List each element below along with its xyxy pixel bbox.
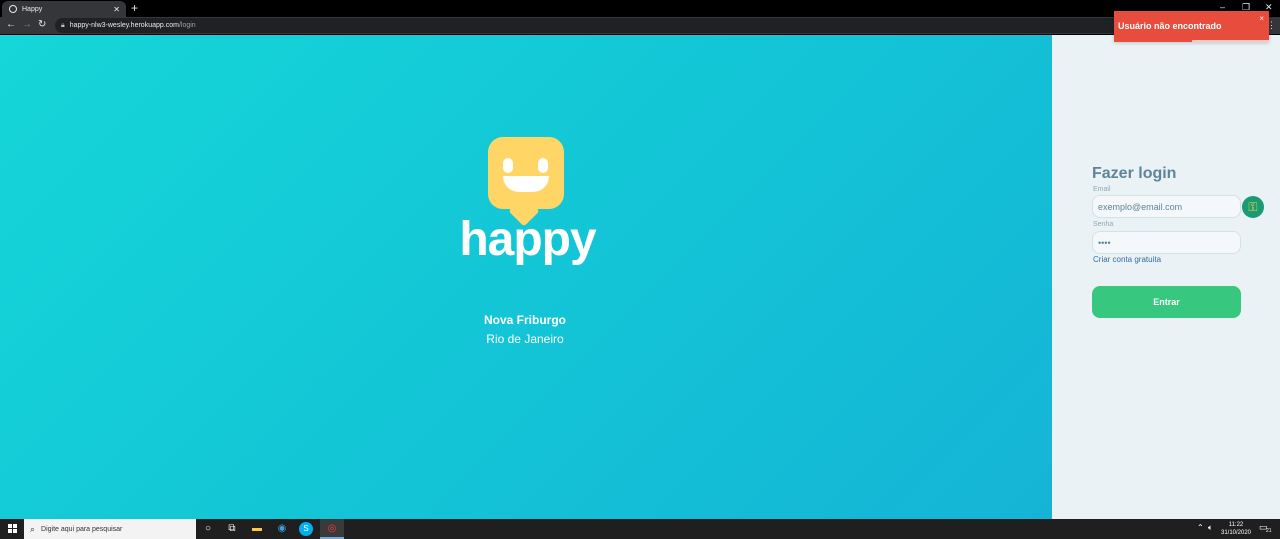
chrome-icon: ◎ [327,523,337,534]
globe-icon [9,5,17,13]
password-label: Senha [1093,221,1114,228]
taskbar-search-placeholder: Digite aqui para pesquisar [41,525,123,533]
forward-icon[interactable]: → [22,19,32,31]
login-submit-button[interactable]: Entrar [1092,286,1241,318]
create-account-link[interactable]: Criar conta gratuita [1093,255,1161,264]
file-explorer-icon[interactable]: ▬ [250,522,264,536]
lock-icon: 🔒︎ [61,21,65,29]
skype-icon[interactable]: S [299,522,313,536]
back-icon[interactable]: ← [6,19,16,31]
tray-expand-icon[interactable]: ⌃ [1197,523,1204,532]
cortana-icon[interactable]: ○ [201,522,215,536]
task-view-icon[interactable]: ⧉ [225,522,239,536]
clock-date: 31/10/2020 [1220,530,1252,536]
toast-progress-bar [1192,40,1269,42]
page-viewport [0,35,1280,519]
url-host: happy-nlw3-wesley.herokuapp.com [69,22,179,29]
taskbar-search-input[interactable]: ⌕ Digite aqui para pesquisar [24,519,196,539]
login-panel [1052,35,1280,519]
chrome-taskbar-button[interactable]: ◎ [320,519,344,539]
error-toast: Usuário não encontrado × [1114,11,1269,42]
tab-title: Happy [22,5,43,13]
reload-icon[interactable]: ↻ [38,19,46,31]
location-city: Nova Friburgo [483,313,566,327]
browser-tab-strip: Happy ✕ + – ❐ ✕ [0,0,1280,17]
edge-browser-icon[interactable]: ◉ [275,522,289,536]
logo-left-eye [503,158,513,173]
toast-message: Usuário não encontrado [1118,21,1222,31]
address-bar[interactable]: 🔒︎ happy-nlw3-wesley.herokuapp.com /logi… [55,18,1145,33]
brand-wordmark: happy [459,213,596,266]
url-path: /login [178,22,196,29]
password-manager-key-icon[interactable]: ⚿ [1242,196,1264,218]
new-tab-button[interactable]: + [131,1,138,15]
clock-time: 11:22 [1228,522,1244,528]
system-clock[interactable]: 11:22 31/10/2020 [1220,521,1252,537]
logo-right-eye [538,158,548,173]
windows-taskbar: ⌕ Digite aqui para pesquisar ○ ⧉ ▬ ◉ S ◎… [0,519,1280,539]
notification-count: 21 [1266,528,1272,534]
hero-section [0,35,1052,519]
toast-close-button[interactable]: × [1259,14,1264,23]
volume-icon[interactable]: 🔈︎ [1208,523,1213,533]
email-label: Email [1093,186,1111,193]
tab-close-button[interactable]: ✕ [113,5,120,14]
login-title: Fazer login [1092,165,1177,182]
location-state: Rio de Janeiro [486,332,564,346]
browser-tab[interactable]: Happy ✕ [2,1,126,17]
email-field[interactable]: exemplo@email.com [1092,195,1241,218]
browser-toolbar: ← → ↻ 🔒︎ happy-nlw3-wesley.herokuapp.com… [0,17,1280,34]
happy-logo-icon [488,137,564,209]
search-icon: ⌕ [30,523,36,534]
password-field[interactable]: •••• [1092,231,1241,254]
windows-start-icon[interactable] [8,524,18,534]
